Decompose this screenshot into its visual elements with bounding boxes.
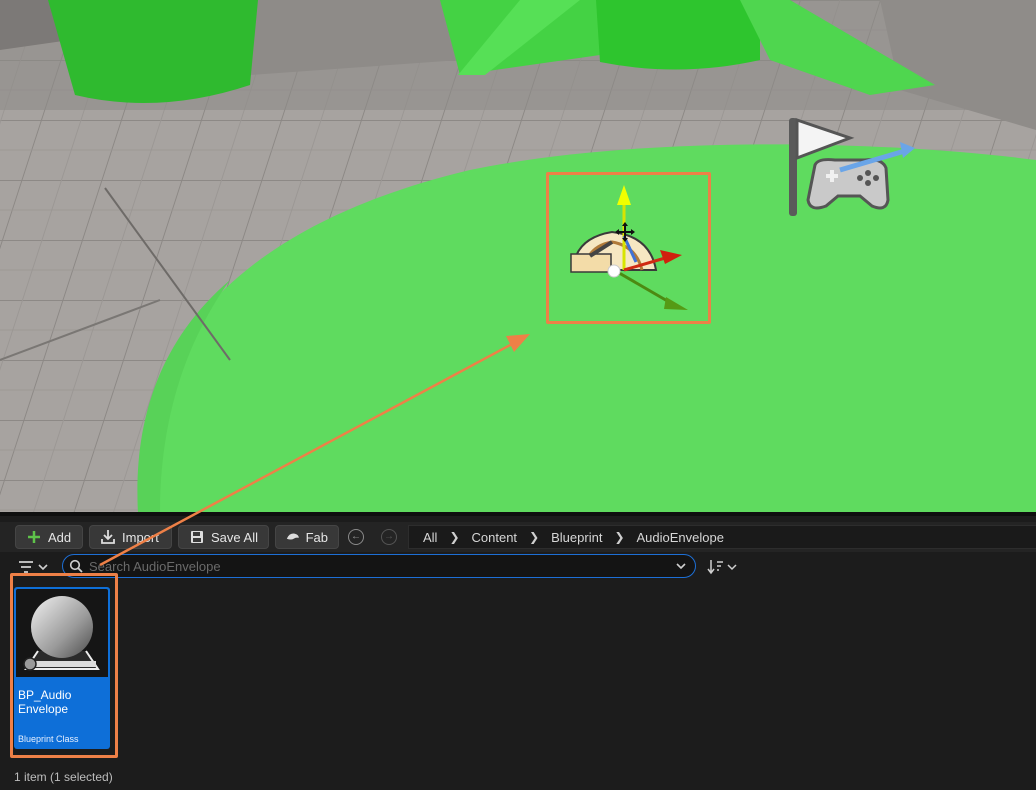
asset-name: BP_Audio Envelope xyxy=(18,688,108,716)
add-button-label: Add xyxy=(48,529,72,545)
breadcrumb: All ❯ Content ❯ Blueprint ❯ AudioEnvelop… xyxy=(408,525,1036,549)
filter-row xyxy=(0,554,1036,580)
search-icon xyxy=(69,559,83,573)
chevron-down-icon[interactable] xyxy=(675,560,687,572)
save-all-button[interactable]: Save All xyxy=(178,525,269,549)
search-input[interactable] xyxy=(89,557,669,575)
breadcrumb-chevron-icon: ❯ xyxy=(529,530,540,544)
breadcrumb-chevron-icon: ❯ xyxy=(614,530,625,544)
asset-thumbnail xyxy=(16,589,108,677)
import-icon xyxy=(101,530,115,544)
asset-tile-bp-audio-envelope[interactable]: BP_Audio Envelope Blueprint Class xyxy=(14,587,110,749)
add-icon xyxy=(28,531,40,543)
add-button[interactable]: Add xyxy=(15,525,83,549)
fab-button-label: Fab xyxy=(305,529,328,545)
content-browser: Add Import Save All Fab ← → All ❯ Conten… xyxy=(0,512,1036,790)
save-icon xyxy=(191,531,203,543)
import-button[interactable]: Import xyxy=(89,525,172,549)
breadcrumb-content[interactable]: Content xyxy=(472,530,518,545)
breadcrumb-blueprint[interactable]: Blueprint xyxy=(551,530,602,545)
status-text: 1 item (1 selected) xyxy=(14,770,113,784)
back-icon: ← xyxy=(351,531,361,542)
save-all-button-label: Save All xyxy=(211,529,258,545)
breadcrumb-all[interactable]: All xyxy=(423,530,437,545)
content-browser-toolbar: Add Import Save All Fab ← → All ❯ Conten… xyxy=(0,522,1036,552)
forward-button[interactable]: → xyxy=(381,529,397,545)
back-button[interactable]: ← xyxy=(348,529,364,545)
breadcrumb-audioenvelope[interactable]: AudioEnvelope xyxy=(637,530,724,545)
breadcrumb-chevron-icon: ❯ xyxy=(449,530,460,544)
level-viewport[interactable] xyxy=(0,0,1036,512)
filter-icon[interactable] xyxy=(16,558,52,578)
forward-icon: → xyxy=(384,531,394,542)
import-button-label: Import xyxy=(122,529,159,545)
asset-name-line2: Envelope xyxy=(18,702,69,716)
asset-name-line1: BP_Audio xyxy=(18,688,72,702)
fab-icon xyxy=(286,533,299,540)
asset-type: Blueprint Class xyxy=(18,734,79,744)
viewport-scene xyxy=(0,0,1036,512)
fab-button[interactable]: Fab xyxy=(275,525,339,549)
blueprint-thumbnail-icon xyxy=(23,596,100,671)
sort-icon[interactable] xyxy=(706,557,740,577)
search-box xyxy=(62,554,696,578)
